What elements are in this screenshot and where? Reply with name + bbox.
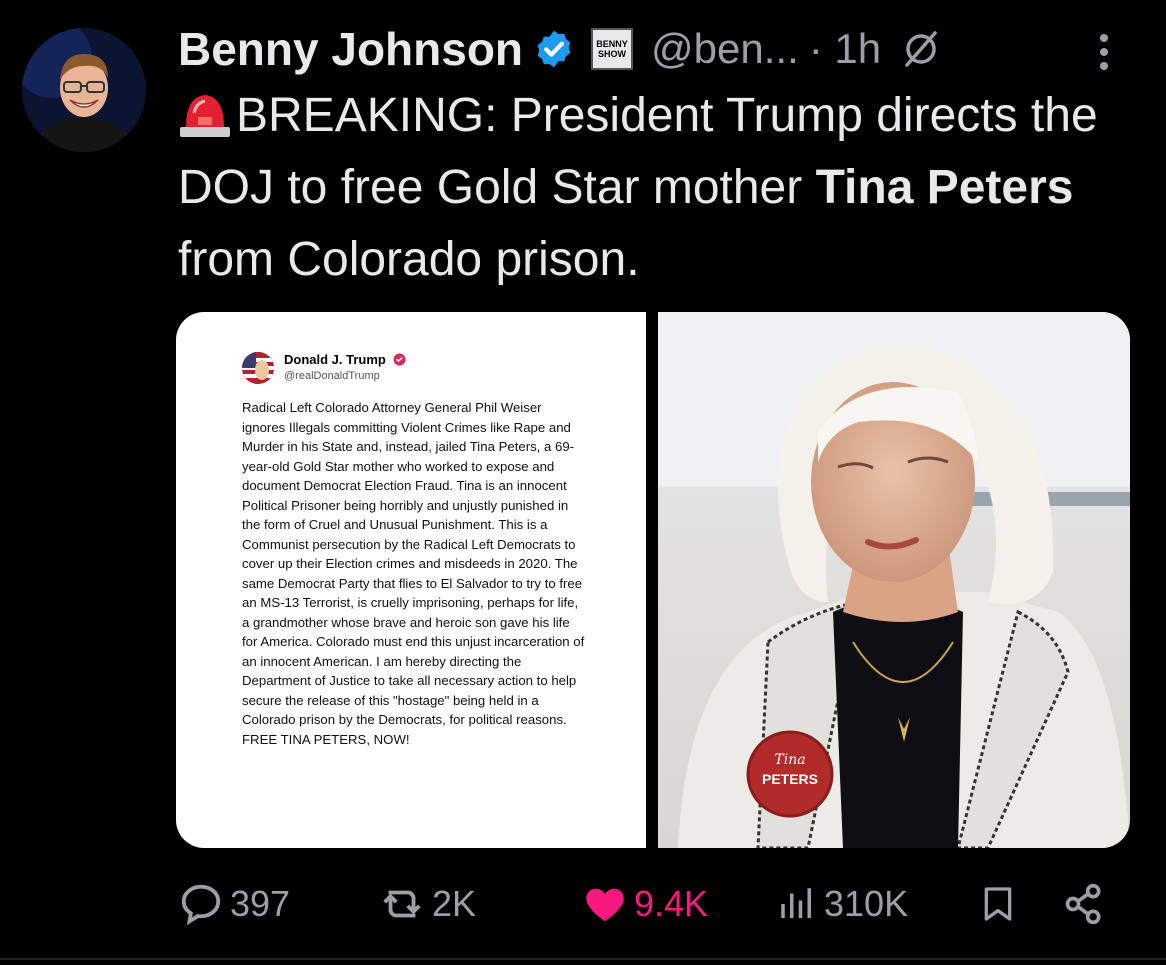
author-name[interactable]: Benny Johnson (178, 22, 523, 76)
divider (0, 958, 1166, 960)
tweet-header: Benny Johnson BENNY SHOW @ben... · 1h (178, 18, 941, 80)
views-count: 310K (824, 883, 909, 924)
grok-icon[interactable] (901, 29, 941, 69)
views-button[interactable]: 310K (776, 874, 908, 934)
tweet-action-bar: 397 2K 9.4K 310K (0, 874, 1166, 934)
tweet-media[interactable]: Donald J. Trump @realDonaldTrump Radical… (176, 312, 1130, 848)
embedded-post-screenshot[interactable]: Donald J. Trump @realDonaldTrump Radical… (176, 312, 646, 848)
author-handle[interactable]: @ben... (651, 25, 799, 73)
affiliate-badge-line1: BENNY (596, 39, 628, 49)
more-options-icon[interactable] (1096, 32, 1112, 72)
embedded-post-handle: @realDonaldTrump (284, 370, 380, 382)
tweet-text-bold-name: Tina Peters (815, 161, 1074, 214)
affiliate-badge-line2: SHOW (598, 49, 627, 59)
author-avatar[interactable] (22, 28, 146, 152)
verified-badge-icon (537, 30, 571, 68)
like-button[interactable]: 9.4K (582, 874, 708, 934)
tweet-text: BREAKING: President Trump directs the DO… (178, 80, 1138, 296)
share-icon (1065, 883, 1101, 925)
share-button[interactable] (1062, 874, 1112, 934)
pin-text-line2: PETERS (762, 771, 818, 787)
embedded-post-avatar (242, 352, 274, 384)
like-count: 9.4K (634, 883, 709, 924)
embedded-post-name: Donald J. Trump (284, 352, 406, 367)
bookmark-icon (984, 887, 1012, 921)
siren-emoji-icon (180, 95, 230, 137)
post-time[interactable]: · 1h (809, 25, 881, 73)
repost-button[interactable]: 2K (378, 874, 476, 934)
tweet-text-part2: from Colorado prison. (178, 233, 640, 286)
avatar-portrait (22, 28, 146, 152)
embedded-post-body: Radical Left Colorado Attorney General P… (242, 400, 585, 747)
reply-button[interactable]: 397 (178, 874, 290, 934)
pin-text-line1: Tina (774, 752, 805, 768)
tina-peters-photo[interactable]: Tina PETERS (658, 312, 1130, 848)
embedded-post-name-text: Donald J. Trump (284, 352, 386, 367)
affiliate-badge-icon[interactable]: BENNY SHOW (591, 28, 634, 70)
bookmark-button[interactable] (978, 874, 1024, 934)
views-bar-chart-icon (781, 888, 811, 918)
reply-count: 397 (230, 883, 291, 924)
heart-icon (586, 888, 624, 922)
portrait-image: Tina PETERS (658, 312, 1130, 848)
flag-avatar-icon (242, 352, 274, 384)
repost-count: 2K (432, 883, 477, 924)
reply-icon (181, 884, 221, 926)
repost-icon (383, 890, 421, 918)
embedded-verified-badge-icon (394, 353, 406, 366)
